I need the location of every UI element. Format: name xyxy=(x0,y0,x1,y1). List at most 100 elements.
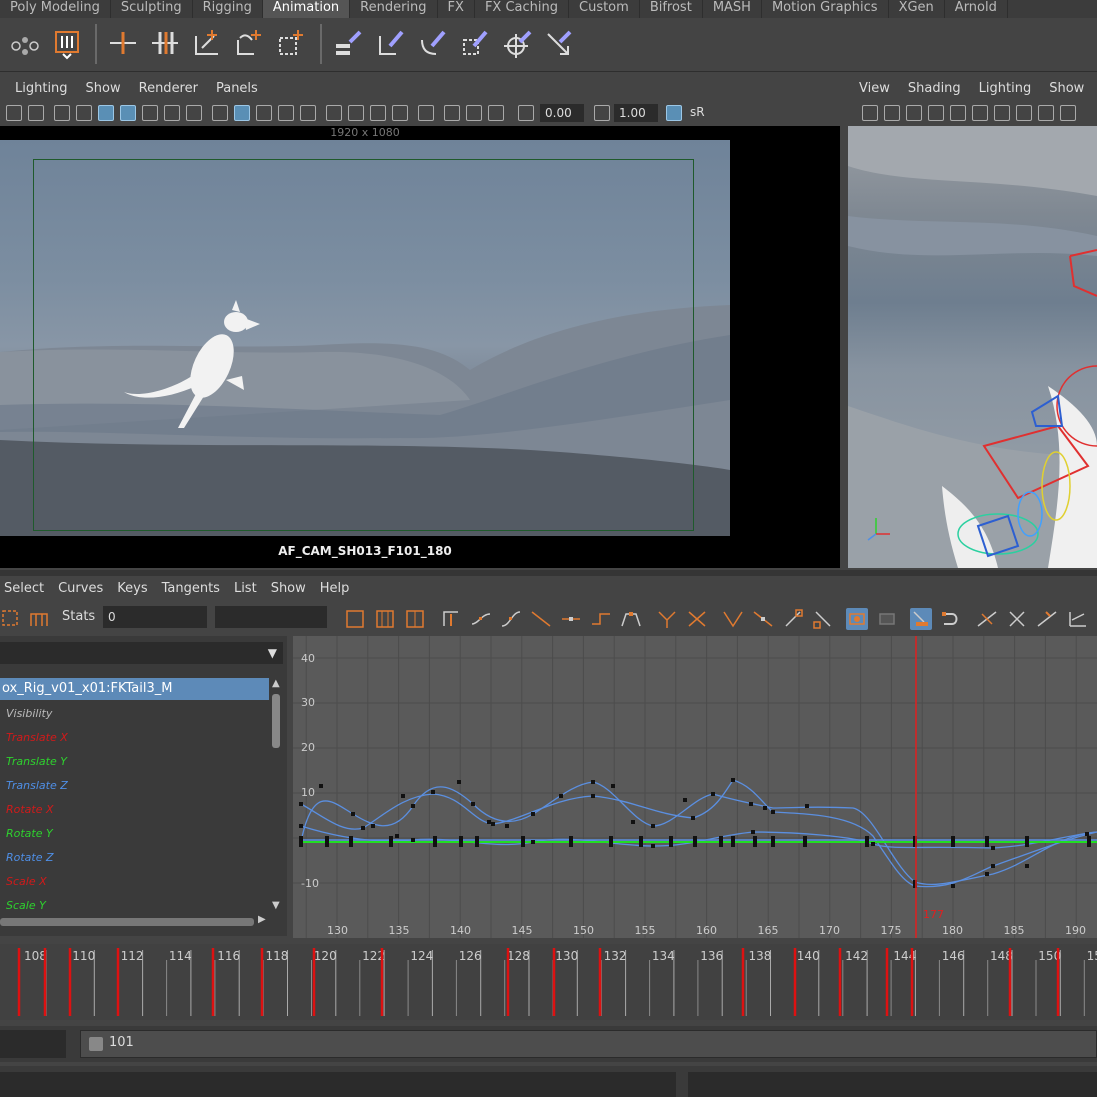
attribute-scale-x[interactable]: Scale X xyxy=(6,874,47,890)
parent-constraint-icon[interactable] xyxy=(374,26,408,60)
left-panel-menu-panels[interactable]: Panels xyxy=(207,78,267,100)
camera-attributes-icon[interactable] xyxy=(884,105,900,121)
pre-infinity-cycle-icon[interactable] xyxy=(1036,608,1058,630)
wireframe-on-shaded-icon[interactable] xyxy=(256,105,272,121)
curve-graph-view[interactable]: 40 30 20 10 -10 130 135 140 145 150 155 160 165 170 17… xyxy=(293,636,1097,938)
free-tangent-weight-icon[interactable] xyxy=(722,608,744,630)
bind-skin-icon[interactable] xyxy=(274,26,308,60)
safe-action-icon[interactable] xyxy=(164,105,180,121)
ghost-icon[interactable] xyxy=(8,26,42,60)
right-panel-menu-shading[interactable]: Shading xyxy=(899,78,970,100)
outliner-horizontal-scrollbar[interactable] xyxy=(0,918,254,926)
range-start-field[interactable] xyxy=(0,1030,66,1058)
shelf-tab-mash[interactable]: MASH xyxy=(703,0,762,18)
graph-editor-menu-curves[interactable]: Curves xyxy=(54,578,111,600)
attribute-rotate-x[interactable]: Rotate X xyxy=(6,802,54,818)
backface-icon[interactable] xyxy=(488,105,504,121)
frame-playback-range-icon[interactable] xyxy=(404,608,426,630)
resolution-gate-icon[interactable] xyxy=(98,105,114,121)
perspective-viewport[interactable] xyxy=(848,126,1097,568)
lock-tangent-weight-icon[interactable] xyxy=(752,608,774,630)
anti-aliasing-icon[interactable] xyxy=(392,105,408,121)
safe-title-icon[interactable] xyxy=(186,105,202,121)
buffer-curve-snapshot-icon[interactable] xyxy=(782,608,804,630)
graph-editor-menu-select[interactable]: Select xyxy=(0,578,52,600)
auto-load-icon[interactable] xyxy=(846,608,868,630)
magnet-icon[interactable] xyxy=(940,608,962,630)
graph-editor-menu-list[interactable]: List xyxy=(230,578,265,600)
pole-vector-icon[interactable] xyxy=(542,26,576,60)
shelf-tab-fx-caching[interactable]: FX Caching xyxy=(475,0,569,18)
point-constraint-icon[interactable] xyxy=(416,26,450,60)
snap-keys-icon[interactable] xyxy=(910,608,932,630)
set-key-icon[interactable] xyxy=(148,26,182,60)
break-tangents-icon[interactable] xyxy=(656,608,678,630)
post-infinity-cycle-icon[interactable] xyxy=(1066,608,1088,630)
center-current-time-icon[interactable] xyxy=(440,608,462,630)
shelf-tab-poly-modeling[interactable]: Poly Modeling xyxy=(0,0,111,18)
joint-icon[interactable] xyxy=(190,26,224,60)
exposure-field[interactable]: 0.00 xyxy=(540,104,584,122)
camera-attributes-icon[interactable] xyxy=(28,105,44,121)
stats-value-field[interactable] xyxy=(215,606,327,628)
image-plane-icon[interactable] xyxy=(928,105,944,121)
select-camera-icon[interactable] xyxy=(862,105,878,121)
right-panel-menu-view[interactable]: View xyxy=(850,78,899,100)
bookmark-icon[interactable] xyxy=(906,105,922,121)
lights-icon[interactable] xyxy=(300,105,316,121)
panel-divider[interactable] xyxy=(0,570,1097,576)
attribute-rotate-y[interactable]: Rotate Y xyxy=(6,826,53,842)
field-chart-icon[interactable] xyxy=(142,105,158,121)
ik-handle-icon[interactable] xyxy=(232,26,266,60)
grid-icon[interactable] xyxy=(994,105,1010,121)
outliner-vertical-scrollbar[interactable] xyxy=(272,694,280,748)
gate-mask-icon[interactable] xyxy=(1060,105,1076,121)
shelf-tab-sculpting[interactable]: Sculpting xyxy=(111,0,193,18)
shelf-tab-fx[interactable]: FX xyxy=(438,0,475,18)
left-panel-menu-renderer[interactable]: Renderer xyxy=(130,78,207,100)
swap-buffer-curve-icon[interactable] xyxy=(812,608,834,630)
left-panel-menu-lighting[interactable]: Lighting xyxy=(6,78,77,100)
attribute-translate-z[interactable]: Translate Z xyxy=(6,778,68,794)
grease-pencil-icon[interactable] xyxy=(972,105,988,121)
graph-editor-menu-show[interactable]: Show xyxy=(267,578,314,600)
xray-joints-icon[interactable] xyxy=(466,105,482,121)
rig-constraint-icon[interactable] xyxy=(332,26,366,60)
color-space-label[interactable]: sR xyxy=(690,105,705,119)
attribute-rotate-z[interactable]: Rotate Z xyxy=(6,850,54,866)
shelf-tab-motion-graphics[interactable]: Motion Graphics xyxy=(762,0,889,18)
command-input[interactable] xyxy=(0,1072,676,1097)
attribute-scale-y[interactable]: Scale Y xyxy=(6,898,46,914)
wireframe-icon[interactable] xyxy=(212,105,228,121)
translate-key-icon[interactable] xyxy=(106,26,140,60)
right-panel-menu-lighting[interactable]: Lighting xyxy=(970,78,1041,100)
unify-tangents-icon[interactable] xyxy=(686,608,708,630)
attribute-visibility[interactable]: Visibility xyxy=(6,706,52,722)
shelf-tab-custom[interactable]: Custom xyxy=(569,0,640,18)
gamma-icon[interactable] xyxy=(594,105,610,121)
film-gate-icon[interactable] xyxy=(76,105,92,121)
frame-selection-icon[interactable] xyxy=(374,608,396,630)
auto-tangent-icon[interactable] xyxy=(470,608,492,630)
outliner-selected-node[interactable]: ox_Rig_v01_x01:FKTail3_M xyxy=(0,678,269,700)
denormalize-icon[interactable] xyxy=(1006,608,1028,630)
graph-editor-menu-help[interactable]: Help xyxy=(316,578,358,600)
exposure-icon[interactable] xyxy=(518,105,534,121)
resolution-gate-icon[interactable] xyxy=(1038,105,1054,121)
textured-icon[interactable] xyxy=(278,105,294,121)
shelf-tab-arnold[interactable]: Arnold xyxy=(945,0,1008,18)
scroll-right-icon[interactable]: ▶ xyxy=(258,914,266,925)
spline-tangent-icon[interactable] xyxy=(500,608,522,630)
orient-constraint-icon[interactable] xyxy=(458,26,492,60)
time-slider[interactable]: 108 110 112 114 116 118 120 122 124 126 128 130 132 1… xyxy=(0,944,1097,1020)
right-panel-menu-show[interactable]: Show xyxy=(1040,78,1093,100)
scroll-up-icon[interactable]: ▲ xyxy=(272,678,280,689)
stats-field[interactable]: 0 xyxy=(103,606,207,628)
aim-constraint-icon[interactable] xyxy=(500,26,534,60)
chevron-down-icon[interactable]: ▼ xyxy=(268,646,277,660)
frame-all-icon[interactable] xyxy=(344,608,366,630)
outliner-filter-field[interactable]: ▼ xyxy=(0,642,283,664)
bake-icon[interactable] xyxy=(50,26,84,60)
motion-blur-icon[interactable] xyxy=(370,105,386,121)
scroll-down-icon[interactable]: ▼ xyxy=(272,900,280,911)
